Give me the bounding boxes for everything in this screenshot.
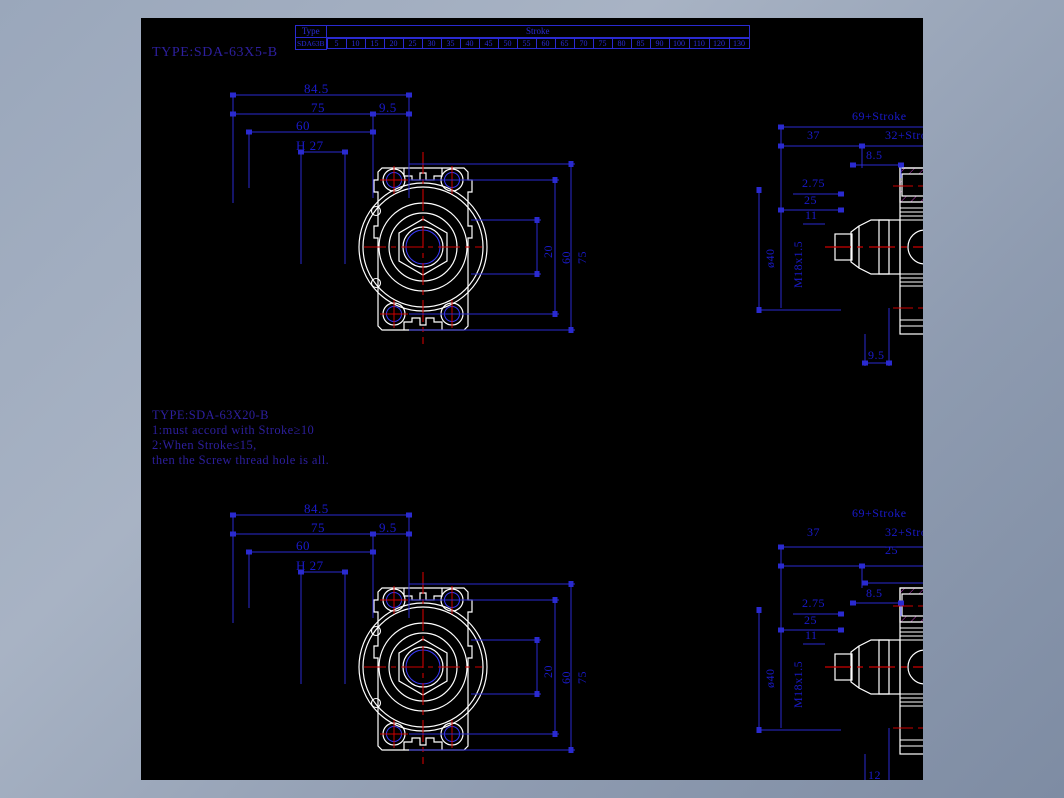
- stroke-table-stroke-header: Stroke: [325, 25, 751, 38]
- dim-m18-top: M18x1.5: [791, 240, 805, 288]
- front-view-bottom-dimensions: [230, 512, 575, 753]
- stroke-table-header-row: Type Stroke: [295, 25, 751, 38]
- stroke-value-cell: 100: [668, 38, 690, 49]
- dim-25-bottom: 25: [804, 613, 817, 627]
- stroke-value-cell: 70: [573, 38, 594, 49]
- dim-25-left-bottom: 25: [885, 543, 898, 557]
- dim-bot-left-top: 9.5: [868, 348, 885, 362]
- dim-v60-top: 60: [559, 251, 573, 264]
- stroke-table-type-value: SDA63B: [295, 37, 327, 50]
- dim-11-top: 11: [805, 208, 818, 222]
- note-line-1: 1:must accord with Stroke≥10: [152, 423, 315, 437]
- dim-75-top: 75: [311, 100, 325, 115]
- dim-v20-bottom: 20: [541, 665, 555, 678]
- dim-h27-top: H 27: [296, 138, 324, 153]
- stroke-value-cell: 110: [688, 38, 710, 49]
- stroke-values-table: 5 10 15 20 25 30 35 40 45 50 55 60 65 70 75 80 85 90 100 11…: [326, 38, 750, 49]
- stroke-value-cell: 40: [459, 38, 480, 49]
- stroke-value-cell: 60: [535, 38, 556, 49]
- note-line-3: then the Screw thread hole is all.: [152, 453, 330, 467]
- front-view-bottom-geometry: [358, 571, 488, 765]
- stroke-value-cell: 50: [497, 38, 518, 49]
- dim-phi40-bottom: ø40: [763, 668, 777, 689]
- dim-37-bottom: 37: [807, 525, 820, 539]
- front-view-top-geometry: [358, 151, 488, 345]
- dim-84-5-bottom: 84.5: [304, 501, 329, 516]
- dim-9-5-bottom: 9.5: [379, 520, 397, 535]
- stroke-value-cell: 30: [421, 38, 442, 49]
- dim-37-top: 37: [807, 128, 820, 142]
- dim-v20-top: 20: [541, 245, 555, 258]
- dim-84-5-top: 84.5: [304, 81, 329, 96]
- side-view-bottom-dimensions: [756, 544, 923, 780]
- stroke-value-cell: 85: [630, 38, 651, 49]
- stroke-value-cell: 20: [383, 38, 404, 49]
- dim-25-top: 25: [804, 193, 817, 207]
- dim-60-bottom: 60: [296, 538, 310, 553]
- dim-h27-bottom: H 27: [296, 558, 324, 573]
- stroke-specification-table: Type Stroke SDA63B 5 10 15 20 25 30 35 40 45 50 55…: [295, 25, 751, 50]
- stroke-value-cell: 90: [649, 38, 670, 49]
- dim-v75-bottom: 75: [575, 671, 589, 684]
- dim-phi40-top: ø40: [763, 248, 777, 269]
- stroke-value-cell: 75: [592, 38, 613, 49]
- stroke-table-value-row: SDA63B 5 10 15 20 25 30 35 40 45 50 55 60 65 70 75 80 85…: [295, 37, 750, 50]
- dim-32-stroke-top: 32+Stroke: [885, 128, 923, 142]
- dim-9-5-top: 9.5: [379, 100, 397, 115]
- stroke-value-cell: 10: [345, 38, 366, 49]
- dim-69-stroke-bottom: 69+Stroke: [852, 506, 907, 520]
- dim-11-bottom: 11: [805, 628, 818, 642]
- dim-2-75-top: 2.75: [802, 176, 825, 190]
- stroke-value-cell: 80: [611, 38, 632, 49]
- dim-m18-bottom: M18x1.5: [791, 660, 805, 708]
- stroke-value-cell: 130: [728, 38, 750, 49]
- stroke-value-cell: 5: [326, 38, 347, 49]
- dim-32-stroke-bottom: 32+Stroke: [885, 525, 923, 539]
- stroke-value-cell: 45: [478, 38, 499, 49]
- dim-60-top: 60: [296, 118, 310, 133]
- dim-8-5-left-bottom: 8.5: [866, 586, 883, 600]
- stroke-value-cell: 120: [708, 38, 730, 49]
- stroke-value-cell: 55: [516, 38, 537, 49]
- stroke-value-cell: 25: [402, 38, 423, 49]
- cad-drawing-canvas[interactable]: Type Stroke SDA63B 5 10 15 20 25 30 35 40 45 50 55…: [141, 18, 923, 780]
- dim-bot-left-bottom: 12: [868, 768, 881, 780]
- stroke-table-type-header: Type: [295, 25, 327, 38]
- note-line-2: 2:When Stroke≤15,: [152, 438, 257, 452]
- stroke-value-cell: 15: [364, 38, 385, 49]
- side-view-top-dimensions: [756, 124, 923, 366]
- stroke-value-cell: 35: [440, 38, 461, 49]
- dim-8-5-left-top: 8.5: [866, 148, 883, 162]
- front-view-top-dimensions: [230, 92, 575, 333]
- title-top-type: TYPE:SDA-63X5-B: [152, 45, 278, 60]
- dim-69-stroke-top: 69+Stroke: [852, 109, 907, 123]
- dim-2-75-bottom: 2.75: [802, 596, 825, 610]
- dim-v75-top: 75: [575, 251, 589, 264]
- dim-v60-bottom: 60: [559, 671, 573, 684]
- stroke-value-cell: 65: [554, 38, 575, 49]
- title-bottom-type: TYPE:SDA-63X20-B: [152, 408, 269, 422]
- screenshot-stage: Type Stroke SDA63B 5 10 15 20 25 30 35 40 45 50 55…: [0, 0, 1064, 798]
- dim-75-bottom: 75: [311, 520, 325, 535]
